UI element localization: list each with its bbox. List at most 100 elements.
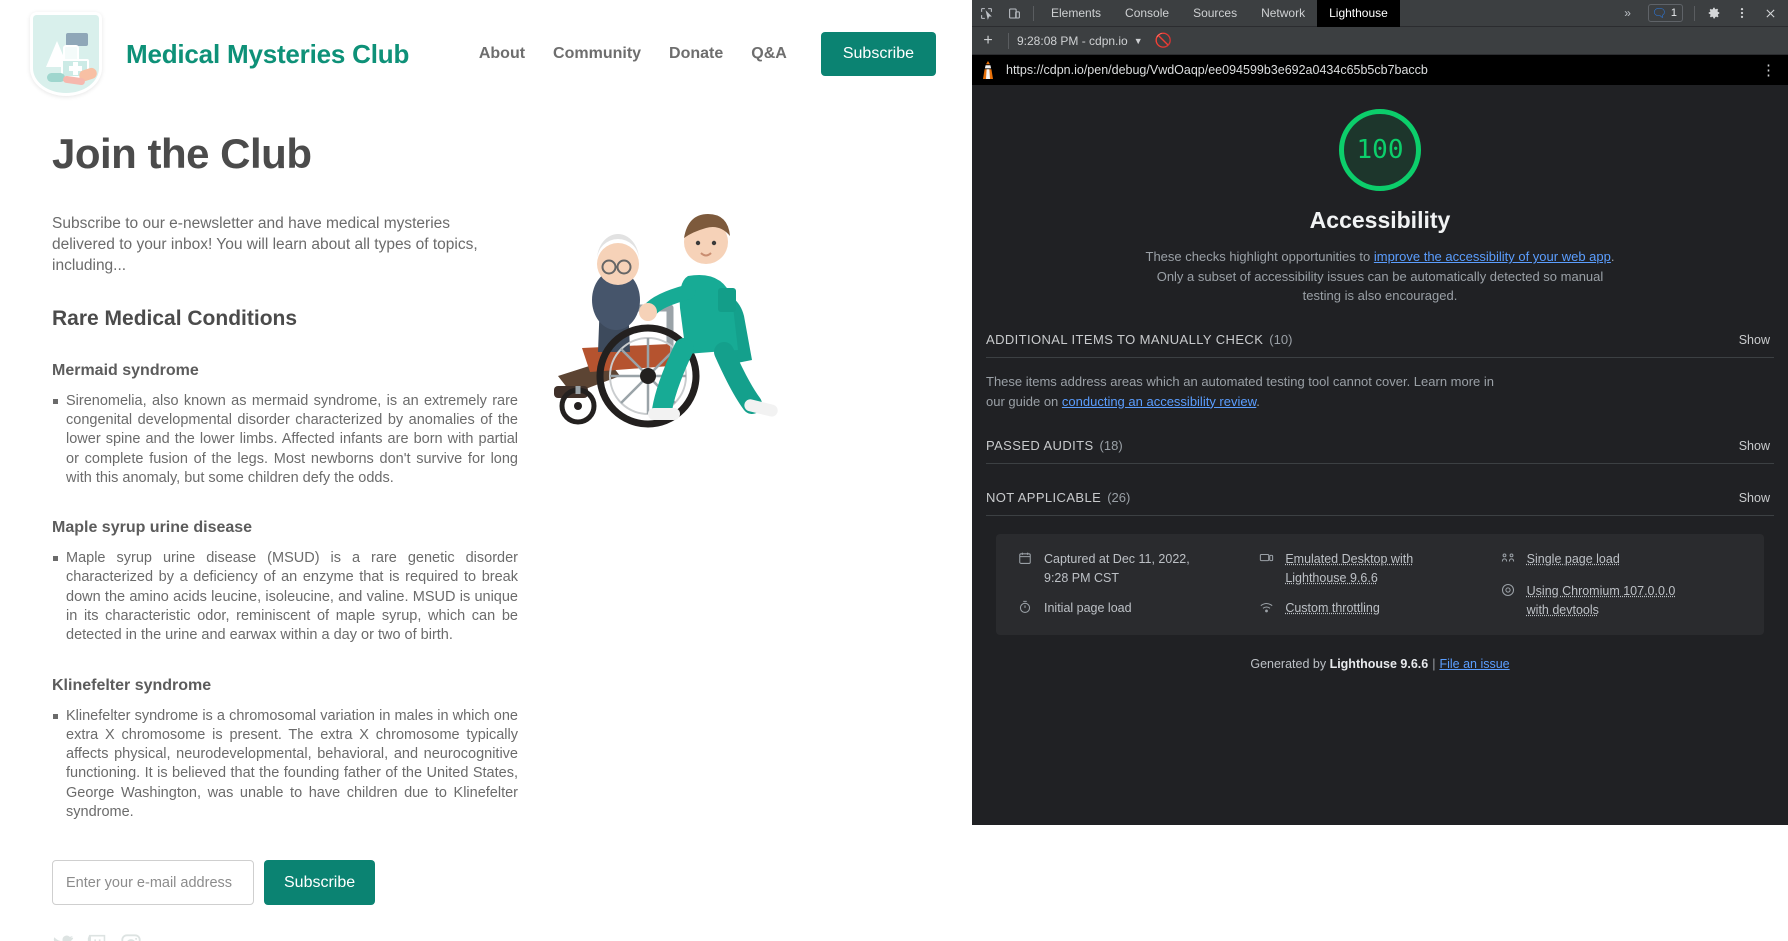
form-subscribe-button[interactable]: Subscribe <box>264 860 375 905</box>
site-header: Medical Mysteries Club About Community D… <box>0 0 972 108</box>
page-content: Join the Club Subscribe to our e-newslet… <box>0 130 972 941</box>
score-value: 100 <box>1339 109 1421 191</box>
generated-separator: | <box>1432 657 1435 671</box>
tab-sources[interactable]: Sources <box>1181 0 1249 27</box>
lighthouse-report: https://cdpn.io/pen/debug/VwdOaqp/ee0945… <box>972 55 1788 941</box>
tab-overflow-icon[interactable]: » <box>1614 0 1642 27</box>
message-count: 1 <box>1671 7 1677 19</box>
section-count: (18) <box>1100 438 1123 453</box>
meta-device: Emulated Desktop with Lighthouse 9.6.6 <box>1259 550 1500 588</box>
divider <box>986 515 1774 516</box>
intro-paragraph: Subscribe to our e-newsletter and have m… <box>52 214 514 277</box>
site-title: Medical Mysteries Club <box>126 39 409 70</box>
stopwatch-icon <box>1018 600 1034 619</box>
tab-lighthouse[interactable]: Lighthouse <box>1317 0 1400 27</box>
nav-item-about[interactable]: About <box>479 45 525 63</box>
list-item: Klinefelter syndrome is a chromosomal va… <box>52 707 518 823</box>
nav-item-qa[interactable]: Q&A <box>751 45 787 63</box>
meta-captured: Captured at Dec 11, 2022, 9:28 PM CST <box>1018 550 1259 588</box>
section-label: ADDITIONAL ITEMS TO MANUALLY CHECK <box>986 332 1263 347</box>
kebab-menu-icon[interactable] <box>1728 0 1756 27</box>
instagram-icon[interactable] <box>120 933 142 941</box>
nav-item-donate[interactable]: Donate <box>669 45 723 63</box>
section-manual-check: ADDITIONAL ITEMS TO MANUALLY CHECK (10) … <box>972 306 1788 347</box>
toolbar-divider <box>1033 6 1034 21</box>
close-icon[interactable] <box>1756 0 1784 27</box>
main-nav: About Community Donate Q&A Subscribe <box>479 32 936 76</box>
throttling-link[interactable]: Custom throttling <box>1285 599 1379 618</box>
toolbar-divider-2 <box>1694 6 1695 21</box>
run-selector-label[interactable]: 9:28:08 PM - cdpn.io <box>1017 34 1128 48</box>
web-page-viewport: Medical Mysteries Club About Community D… <box>0 0 972 941</box>
section-show-toggle[interactable]: Show <box>1739 333 1770 347</box>
twitter-icon[interactable] <box>52 933 74 941</box>
file-an-issue-link[interactable]: File an issue <box>1439 657 1509 671</box>
section-show-toggle[interactable]: Show <box>1739 439 1770 453</box>
tab-network[interactable]: Network <box>1249 0 1317 27</box>
desc-pre: These checks highlight opportunities to <box>1146 249 1374 264</box>
screen: Medical Mysteries Club About Community D… <box>0 0 1788 941</box>
category-description: These checks highlight opportunities to … <box>1140 247 1620 306</box>
lighthouse-icon <box>980 61 996 79</box>
section-label: NOT APPLICABLE <box>986 490 1101 505</box>
chevron-down-icon[interactable]: ▼ <box>1134 36 1143 46</box>
plus-icon[interactable]: + <box>976 29 1000 53</box>
meta-column-1: Captured at Dec 11, 2022, 9:28 PM CST In… <box>1018 550 1259 620</box>
condition-list-msud: Maple syrup urine disease (MSUD) is a ra… <box>52 549 942 645</box>
captured-text: Captured at Dec 11, 2022, 9:28 PM CST <box>1044 550 1194 588</box>
nav-item-community[interactable]: Community <box>553 45 641 63</box>
condition-title-msud: Maple syrup urine disease <box>52 519 942 537</box>
message-badge-icon: 🗨 <box>1652 6 1667 20</box>
meta-single-page: Single page load <box>1501 550 1742 570</box>
twitch-icon[interactable] <box>86 933 108 941</box>
manual-check-description: These items address areas which an autom… <box>972 358 1532 412</box>
meta-throttling: Custom throttling <box>1259 599 1500 619</box>
condition-list-klinefelter: Klinefelter syndrome is a chromosomal va… <box>52 707 942 823</box>
report-url-bar: https://cdpn.io/pen/debug/VwdOaqp/ee0945… <box>972 55 1788 85</box>
single-page-link[interactable]: Single page load <box>1527 550 1620 569</box>
meta-column-2: Emulated Desktop with Lighthouse 9.6.6 C… <box>1259 550 1500 620</box>
email-input[interactable] <box>52 860 254 905</box>
tab-console[interactable]: Console <box>1113 0 1181 27</box>
meta-pageload: Initial page load <box>1018 599 1259 619</box>
improve-accessibility-link[interactable]: improve the accessibility of your web ap… <box>1374 249 1611 264</box>
accessibility-review-link[interactable]: conducting an accessibility review <box>1062 394 1256 409</box>
pageload-text: Initial page load <box>1044 599 1132 618</box>
chromium-icon <box>1501 583 1517 602</box>
device-toolbar-icon[interactable] <box>1000 0 1028 27</box>
message-count-badge[interactable]: 🗨 1 <box>1648 4 1683 22</box>
section-passed-audits: PASSED AUDITS (18) Show <box>972 412 1788 453</box>
devtools-toolbar: Elements Console Sources Network Lightho… <box>972 0 1788 27</box>
nurse-wheelchair-illustration <box>520 180 820 460</box>
section-label: PASSED AUDITS <box>986 438 1094 453</box>
lighthouse-subbar: + 9:28:08 PM - cdpn.io ▼ 🚫 <box>972 27 1788 55</box>
devtools-panel: Elements Console Sources Network Lightho… <box>972 0 1788 941</box>
section-count: (10) <box>1269 332 1292 347</box>
report-options-icon[interactable]: ⋮ <box>1757 61 1780 79</box>
header-subscribe-button[interactable]: Subscribe <box>821 32 936 76</box>
subscribe-form: Subscribe <box>52 860 942 905</box>
gear-icon[interactable] <box>1700 0 1728 27</box>
single-page-icon <box>1501 551 1517 570</box>
tab-elements[interactable]: Elements <box>1039 0 1113 27</box>
condition-title-klinefelter: Klinefelter syndrome <box>52 677 942 695</box>
generated-pre: Generated by <box>1250 657 1329 671</box>
browser-link[interactable]: Using Chromium 107.0.0.0 with devtools <box>1527 582 1677 620</box>
social-links <box>52 933 942 941</box>
meta-browser: Using Chromium 107.0.0.0 with devtools <box>1501 582 1742 620</box>
list-item: Sirenomelia, also known as mermaid syndr… <box>52 392 518 488</box>
inspect-element-icon[interactable] <box>972 0 1000 27</box>
score-gauge-section: 100 Accessibility These checks highlight… <box>972 85 1788 306</box>
section-show-toggle[interactable]: Show <box>1739 491 1770 505</box>
device-link[interactable]: Emulated Desktop with Lighthouse 9.6.6 <box>1285 550 1435 588</box>
page-title: Join the Club <box>52 130 942 178</box>
meta-column-3: Single page load Using Chromium 107.0.0.… <box>1501 550 1742 620</box>
devtools-bottom-strip <box>972 825 1788 941</box>
audited-url: https://cdpn.io/pen/debug/VwdOaqp/ee0945… <box>1006 63 1747 77</box>
subbar-divider <box>1008 33 1009 49</box>
category-title: Accessibility <box>972 207 1788 234</box>
clear-no-entry-icon[interactable]: 🚫 <box>1155 32 1172 49</box>
toolbar-right-controls: » 🗨 1 <box>1614 0 1788 27</box>
list-item: Maple syrup urine disease (MSUD) is a ra… <box>52 549 518 645</box>
report-metadata-panel: Captured at Dec 11, 2022, 9:28 PM CST In… <box>996 534 1764 636</box>
